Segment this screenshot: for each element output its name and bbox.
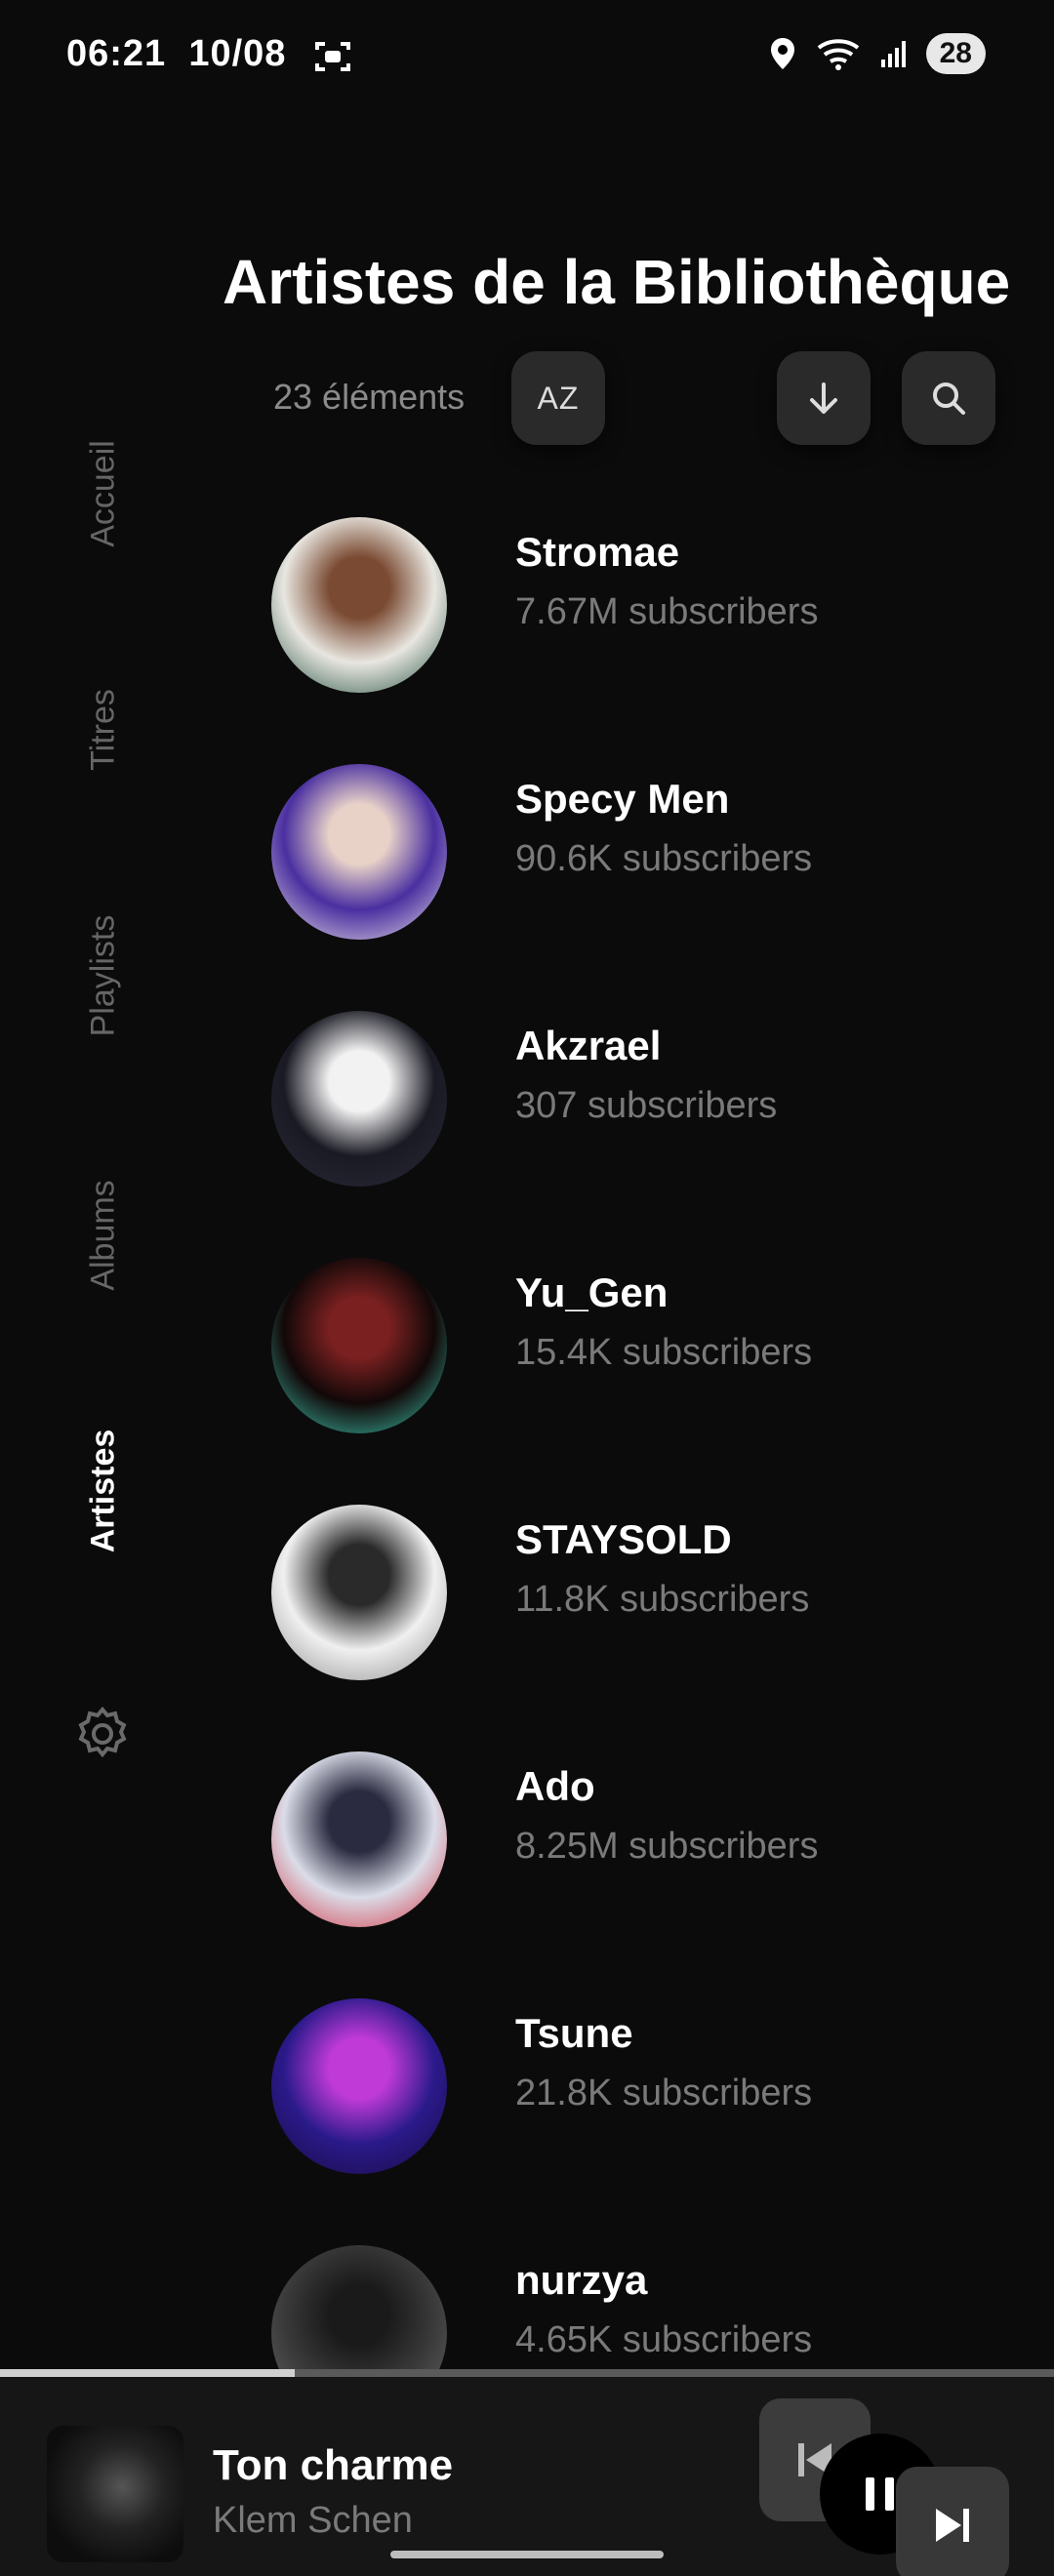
settings-gear-icon[interactable] [74,1706,131,1762]
sort-direction-button[interactable] [777,351,871,445]
artist-subscribers: 21.8K subscribers [515,2073,813,2113]
artist-subscribers: 307 subscribers [515,1085,778,1126]
screenshot-icon [315,42,350,71]
artist-avatar [271,1751,447,1927]
page-title: Artistes de la Bibliothèque [223,247,1011,317]
item-count: 23 éléments [273,377,466,417]
playback-progress-bar[interactable] [0,2369,1054,2377]
status-bar: 06:21 10/08 28 [0,0,1054,117]
artist-row[interactable]: Tsune 21.8K subscribers [269,1998,1031,2194]
artist-row[interactable]: Specy Men 90.6K subscribers [269,764,1031,959]
nav-item-artistes[interactable]: Artistes [85,1429,123,1553]
artist-name: Akzrael [515,1023,662,1068]
artist-name: Stromae [515,529,680,575]
track-artist: Klem Schen [213,2500,413,2541]
artist-avatar [271,1505,447,1680]
artist-subscribers: 90.6K subscribers [515,838,813,879]
mini-player[interactable]: Ton charme Klem Schen [0,2377,1054,2576]
battery-indicator: 28 [925,33,986,74]
artist-row[interactable]: Ado 8.25M subscribers [269,1751,1031,1947]
wifi-icon [817,39,859,70]
artist-name: STAYSOLD [515,1516,732,1562]
artist-avatar [271,1011,447,1187]
nav-item-titres[interactable]: Titres [85,689,123,771]
status-time: 06:21 10/08 [66,33,287,74]
artist-row[interactable]: Yu_Gen 15.4K subscribers [269,1258,1031,1453]
artist-row[interactable]: STAYSOLD 11.8K subscribers [269,1505,1031,1700]
artist-name: Ado [515,1763,595,1809]
search-icon [933,382,965,415]
signal-icon [880,41,906,67]
artist-name: Yu_Gen [515,1269,669,1315]
artist-subscribers: 11.8K subscribers [515,1579,810,1620]
skip-next-icon [936,2509,969,2542]
nav-item-playlists[interactable]: Playlists [85,915,123,1037]
track-cover [47,2426,183,2562]
artist-name: Tsune [515,2010,633,2056]
artist-name: Specy Men [515,776,730,822]
artist-subscribers: 7.67M subscribers [515,591,819,632]
status-icons: 28 [768,33,986,74]
artist-avatar [271,517,447,693]
side-navigation: Accueil Titres Playlists Albums Artistes [0,410,205,1776]
sort-alphabetical-button[interactable]: AZ [511,351,605,445]
artist-avatar [271,1258,447,1433]
artist-subscribers: 8.25M subscribers [515,1826,819,1867]
search-button[interactable] [902,351,995,445]
sort-az-icon: AZ [537,380,580,416]
artist-avatar [271,1998,447,2174]
artist-avatar [271,764,447,940]
artist-avatar [271,2245,447,2371]
nav-item-albums[interactable]: Albums [85,1180,123,1290]
track-title: Ton charme [213,2441,454,2489]
artist-list: Stromae 7.67M subscribers Specy Men 90.6… [269,517,1031,2371]
artist-subscribers: 15.4K subscribers [515,1332,813,1373]
artist-row[interactable]: nurzya 4.65K subscribers [269,2245,1031,2371]
arrow-down-icon [810,382,837,414]
home-indicator [390,2551,664,2558]
artist-subscribers: 4.65K subscribers [515,2319,813,2360]
next-button[interactable] [896,2467,1009,2576]
artist-name: nurzya [515,2257,648,2303]
playback-progress-fill [0,2369,296,2377]
artist-row[interactable]: Stromae 7.67M subscribers [269,517,1031,712]
artist-row[interactable]: Akzrael 307 subscribers [269,1011,1031,1206]
location-icon [770,38,794,69]
nav-item-accueil[interactable]: Accueil [85,440,123,547]
